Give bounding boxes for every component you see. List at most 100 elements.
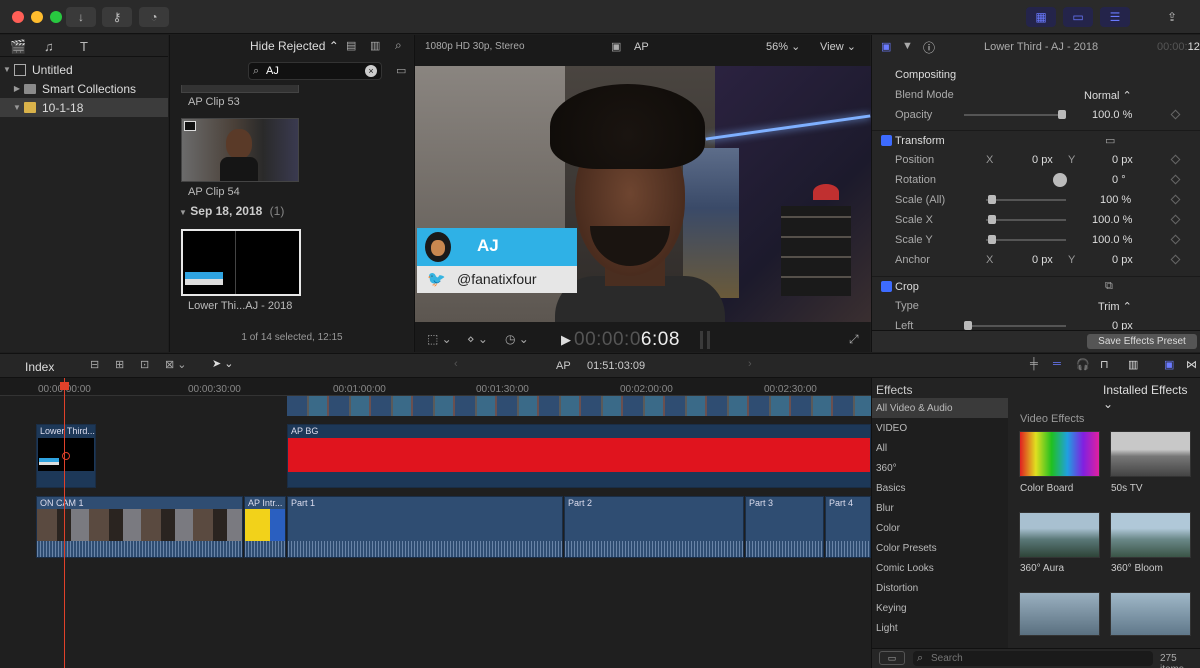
library-item-untitled[interactable]: ▼ Untitled xyxy=(0,60,168,79)
filmstrip-icon[interactable]: ▥ xyxy=(370,39,380,52)
close-button[interactable] xyxy=(12,11,24,23)
category-comic-looks[interactable]: Comic Looks xyxy=(872,558,1008,578)
transform-header[interactable]: Transform ▭ xyxy=(872,130,1200,150)
part4-clip[interactable]: Part 4 xyxy=(825,496,871,558)
effect-thumbnail[interactable] xyxy=(1019,512,1100,558)
clip-appearance-icon[interactable]: ▤ xyxy=(346,39,356,52)
category-360[interactable]: 360° xyxy=(872,458,1008,478)
append-icon[interactable]: ⊡ xyxy=(140,358,149,371)
effect-thumbnail[interactable] xyxy=(1110,431,1191,477)
titles-generators-icon[interactable]: T xyxy=(80,39,88,54)
zoom-button[interactable] xyxy=(50,11,62,23)
rotation-dial[interactable] xyxy=(1053,173,1067,187)
scale-x-slider[interactable] xyxy=(986,215,1066,224)
effect-thumbnail[interactable] xyxy=(1110,512,1191,558)
search-field[interactable]: ⌕ AJ × xyxy=(248,62,382,80)
connect-icon[interactable]: ⊟ xyxy=(90,358,99,371)
headphones-icon[interactable]: 🎧 xyxy=(1076,358,1090,371)
slider-knob[interactable] xyxy=(988,215,996,224)
crop-controls-icon[interactable]: ⧉ xyxy=(1105,280,1113,293)
sidebar-toggle-icon[interactable]: ▭ xyxy=(396,64,406,77)
clip-thumbnail[interactable] xyxy=(181,118,299,182)
show-timeline-button[interactable]: ▭ xyxy=(1063,7,1093,27)
show-inspector-button[interactable]: ☰ xyxy=(1100,7,1130,27)
forward-icon[interactable]: › xyxy=(748,358,752,370)
onscreen-controls-icon[interactable]: ▭ xyxy=(1105,134,1115,147)
timecode-display[interactable]: 00:00:06:08 xyxy=(574,329,680,351)
clear-search-icon[interactable]: × xyxy=(365,65,377,77)
clip-thumbnail-selected[interactable] xyxy=(181,229,301,296)
position-y-field[interactable]: 0 px xyxy=(1112,154,1133,166)
category-color[interactable]: Color xyxy=(872,518,1008,538)
select-tool-icon[interactable]: ➤ ⌄ xyxy=(212,357,234,370)
skimming-icon[interactable]: ╪ xyxy=(1030,358,1038,370)
slider-knob[interactable] xyxy=(988,195,996,204)
opacity-value[interactable]: 100.0 % xyxy=(1092,109,1132,121)
scale-y-slider[interactable] xyxy=(986,235,1066,244)
installed-effects-popup[interactable]: Installed Effects ⌄ xyxy=(1103,383,1200,411)
background-tasks-button[interactable]: ◔ xyxy=(139,7,169,27)
zoom-popup[interactable]: 56% ⌄ xyxy=(766,40,800,53)
video-frame[interactable]: AJ 🐦 @fanatixfour xyxy=(415,66,871,322)
anchor-y-field[interactable]: 0 px xyxy=(1112,254,1133,266)
filter-popup[interactable]: Hide Rejected ⌃ xyxy=(250,39,339,53)
audio-skimming-icon[interactable]: ═ xyxy=(1053,358,1061,370)
category-blur[interactable]: Blur xyxy=(872,498,1008,518)
keyframe-icon[interactable] xyxy=(1170,254,1181,265)
share-button[interactable]: ⇪ xyxy=(1160,7,1184,27)
keyframe-icon[interactable] xyxy=(1170,154,1181,165)
scale-all-value[interactable]: 100 % xyxy=(1100,194,1131,206)
crop-checkbox[interactable] xyxy=(881,281,892,292)
play-icon[interactable]: ▶ xyxy=(561,332,571,348)
lower-third-clip[interactable]: Lower Third... xyxy=(36,424,96,488)
transitions-browser-icon[interactable]: ⋈ xyxy=(1186,358,1197,371)
disclosure-triangle-icon[interactable]: ▼ xyxy=(0,65,14,74)
opacity-slider[interactable] xyxy=(964,110,1066,119)
rotation-value[interactable]: 0 ° xyxy=(1112,174,1126,186)
slider-knob[interactable] xyxy=(1058,110,1066,119)
ap-intro-clip[interactable]: AP Intr... xyxy=(244,496,286,558)
category-light[interactable]: Light xyxy=(872,618,1008,638)
transform-checkbox[interactable] xyxy=(881,135,892,146)
on-cam-clip[interactable]: ON CAM 1 xyxy=(36,496,243,558)
part1-clip[interactable]: Part 1 xyxy=(287,496,563,558)
category-all[interactable]: All xyxy=(872,438,1008,458)
disclosure-triangle-icon[interactable]: ▶ xyxy=(10,84,24,93)
effect-thumbnail[interactable] xyxy=(1019,431,1100,477)
save-effects-preset-button[interactable]: Save Effects Preset xyxy=(1087,334,1197,349)
photos-audio-icon[interactable]: ♫ xyxy=(44,39,54,54)
overwrite-icon[interactable]: ⊠ ⌄ xyxy=(165,358,187,371)
category-basics[interactable]: Basics xyxy=(872,478,1008,498)
effect-thumbnail[interactable] xyxy=(1019,592,1100,636)
crop-type-popup[interactable]: Trim ⌃ xyxy=(1098,300,1132,313)
info-icon[interactable]: ⓘ xyxy=(923,39,935,56)
effects-search-input[interactable] xyxy=(931,652,1131,665)
keyframe-icon[interactable] xyxy=(1170,234,1181,245)
position-x-field[interactable]: 0 px xyxy=(1032,154,1053,166)
connected-clips-strip[interactable] xyxy=(287,396,871,416)
snapping-icon[interactable]: ⊓ xyxy=(1100,358,1109,371)
filter-inspector-icon[interactable]: ▼ xyxy=(902,40,913,52)
insert-icon[interactable]: ⊞ xyxy=(115,358,124,371)
library-item-smart-collections[interactable]: ▶ Smart Collections xyxy=(0,79,168,98)
scale-x-value[interactable]: 100.0 % xyxy=(1092,214,1132,226)
minimize-button[interactable] xyxy=(31,11,43,23)
timeline-ruler[interactable]: 00:00:00:00 00:00:30:00 00:01:00:00 00:0… xyxy=(0,378,871,396)
disclosure-triangle-icon[interactable]: ▼ xyxy=(179,208,187,217)
scale-y-value[interactable]: 100.0 % xyxy=(1092,234,1132,246)
library-item-event[interactable]: ▼ 10-1-18 xyxy=(0,98,168,117)
effects-browser-icon[interactable]: ▣ xyxy=(1164,358,1174,371)
retime-tool-popup[interactable]: ◷ ⌄ xyxy=(505,332,529,346)
slider-knob[interactable] xyxy=(964,321,972,330)
clip-appearance-icon[interactable]: ▥ xyxy=(1128,358,1138,371)
search-icon[interactable]: ⌕ xyxy=(395,38,402,53)
keywords-button[interactable]: ⚷ xyxy=(102,7,132,27)
crop-left-value[interactable]: 0 px xyxy=(1112,320,1133,330)
anchor-x-field[interactable]: 0 px xyxy=(1032,254,1053,266)
playhead[interactable] xyxy=(64,378,65,668)
category-keying[interactable]: Keying xyxy=(872,598,1008,618)
effects-search-field[interactable]: ⌕ xyxy=(913,651,1153,666)
category-all-video-audio[interactable]: All Video & Audio xyxy=(872,398,1008,418)
back-icon[interactable]: ‹ xyxy=(454,358,458,370)
blend-mode-popup[interactable]: Normal ⌃ xyxy=(1084,89,1132,102)
